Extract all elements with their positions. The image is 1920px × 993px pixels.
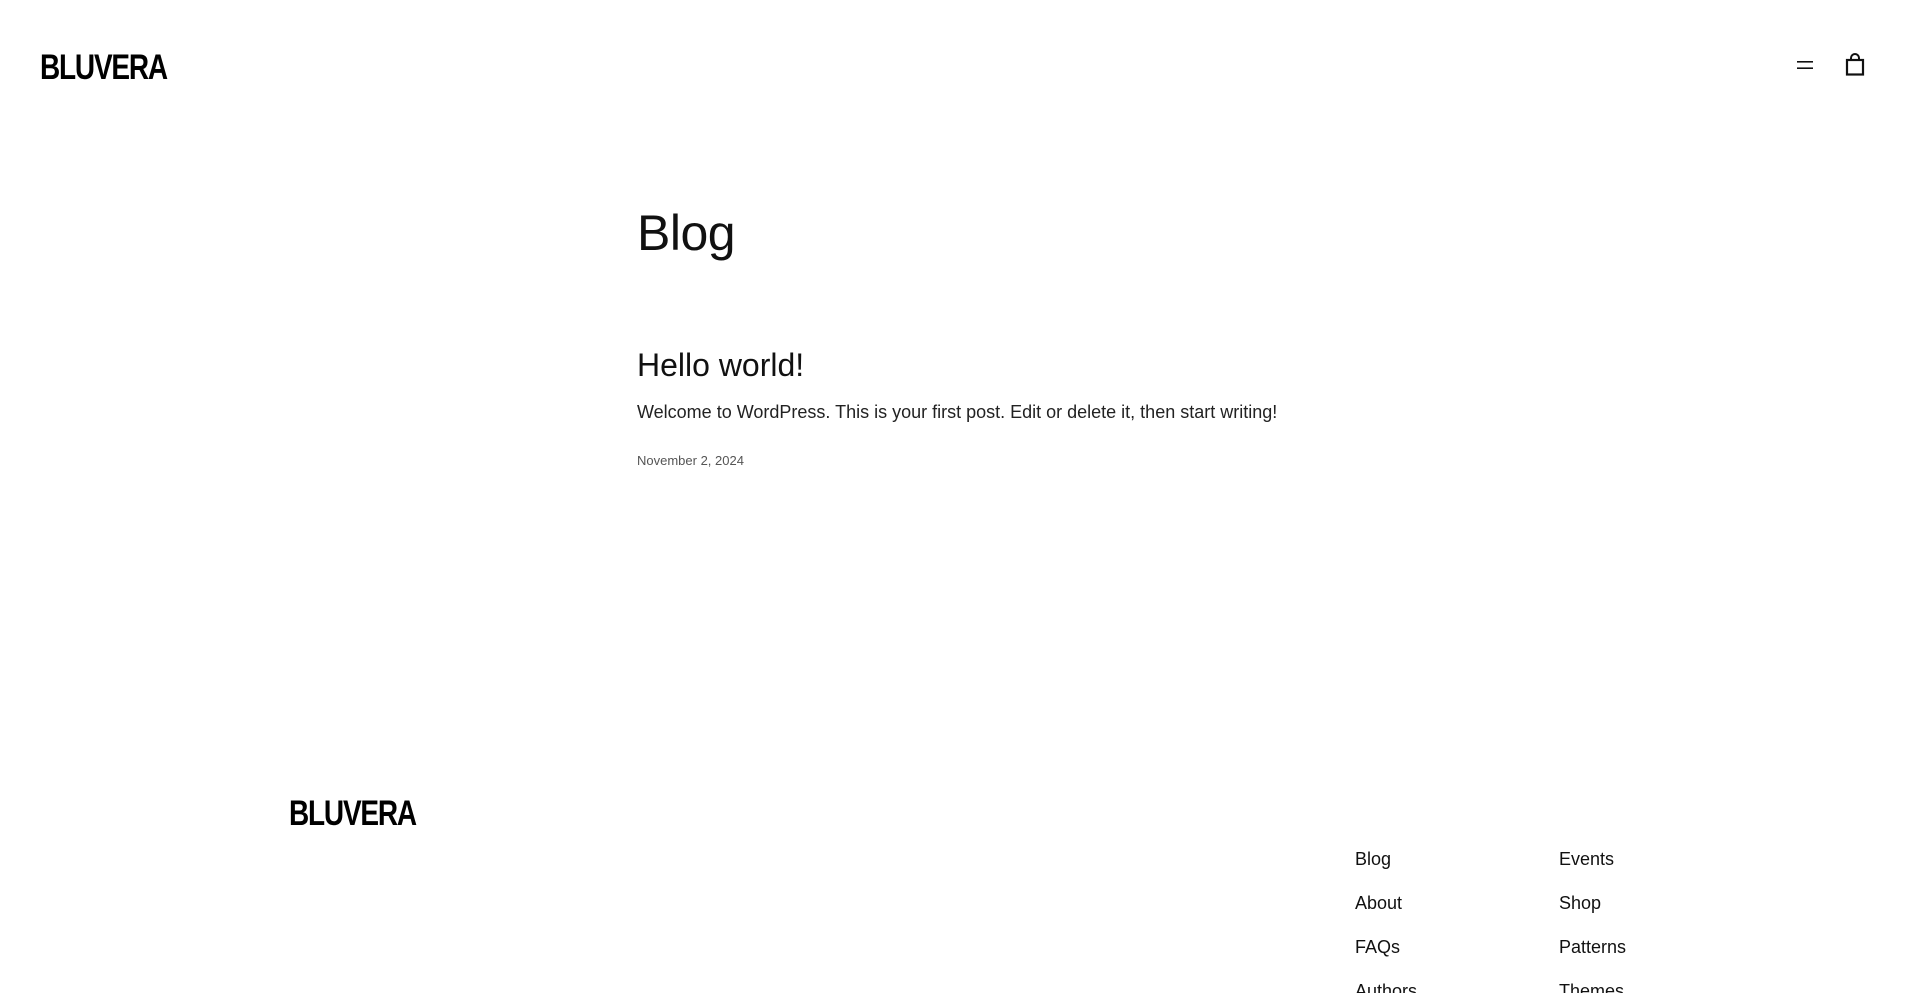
post-date[interactable]: November 2, 2024 [637,452,1337,470]
post-excerpt: Welcome to WordPress. This is your first… [637,402,1278,422]
header-actions [1793,53,1867,77]
page-title: Blog [637,205,736,261]
page: BLUVERA Blog Hello world! Welcome to Wor… [0,0,1920,993]
cart-button[interactable] [1843,53,1867,77]
footer-link-patterns[interactable]: Patterns [1559,934,1679,960]
footer-link-shop[interactable]: Shop [1559,890,1679,916]
footer-logo[interactable]: BLUVERA [289,794,417,834]
footer-link-authors[interactable]: Authors [1355,978,1559,993]
footer-link-about[interactable]: About [1355,890,1559,916]
menu-button[interactable] [1793,53,1817,77]
hamburger-menu-icon [1797,61,1813,69]
site-logo[interactable]: BLUVERA [40,48,168,88]
footer-link-events[interactable]: Events [1559,846,1679,872]
footer-link-blog[interactable]: Blog [1355,846,1559,872]
footer-nav: Blog Events About Shop FAQs Patterns Aut… [1355,846,1679,993]
shopping-bag-icon [1845,53,1865,76]
footer-link-themes[interactable]: Themes [1559,978,1679,993]
post-title-link[interactable]: Hello world! [637,345,1337,385]
post-item: Hello world! Welcome to WordPress. This … [637,345,1337,470]
footer-link-faqs[interactable]: FAQs [1355,934,1559,960]
